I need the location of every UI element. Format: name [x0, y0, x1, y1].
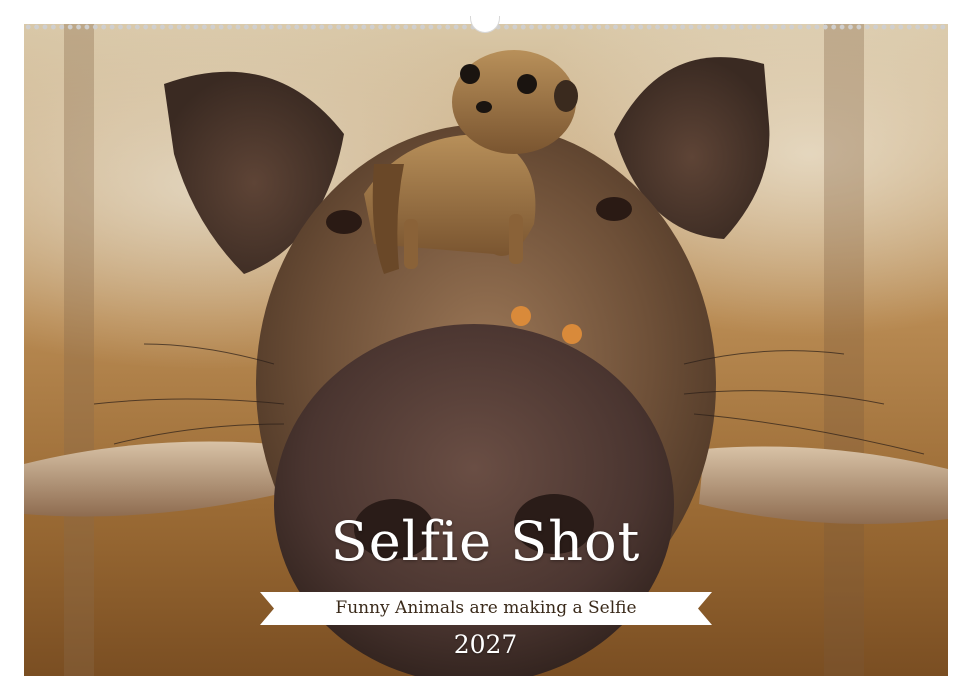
snout-bump-right — [562, 324, 582, 344]
cover-photo — [24, 24, 948, 676]
calendar-year: 2027 — [453, 630, 518, 659]
tree-trunk-left — [64, 24, 94, 676]
tree-trunk-right — [824, 24, 864, 676]
calendar-subtitle: Funny Animals are making a Selfie — [335, 598, 637, 618]
subtitle-banner: Funny Animals are making a Selfie — [260, 592, 712, 625]
left-tusk — [24, 441, 279, 517]
calendar-title: Selfie Shot — [330, 510, 641, 573]
snout-bump-left — [511, 306, 531, 326]
warthog-right-eye — [596, 197, 632, 221]
warthog-meerkat-illustration — [24, 24, 948, 676]
warthog-left-eye — [326, 210, 362, 234]
